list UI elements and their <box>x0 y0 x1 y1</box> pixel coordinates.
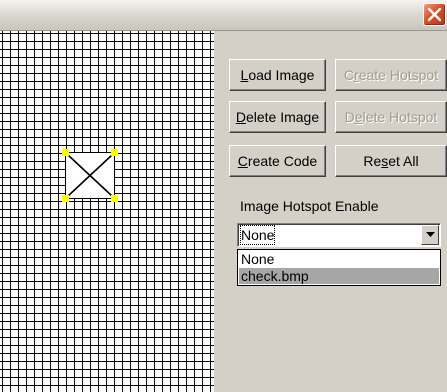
reset-all-label: et All <box>388 153 419 169</box>
image-grid-canvas[interactable] <box>0 31 214 392</box>
hotspot-enable-label: Image Hotspot Enable <box>240 198 379 214</box>
resize-handle-bottom-right[interactable] <box>111 195 118 202</box>
close-button[interactable] <box>423 3 446 26</box>
create-code-mnemonic: C <box>237 153 248 169</box>
option-check-bmp[interactable]: check.bmp <box>239 268 439 284</box>
hotspot-region[interactable] <box>62 149 118 202</box>
reset-all-label-pre: Re <box>363 153 382 169</box>
option-none-label: None <box>241 251 275 267</box>
delete-image-button[interactable]: Delete Image <box>229 101 326 133</box>
create-hotspot-button[interactable]: Create Hotspot <box>335 59 447 91</box>
create-code-label: reate Code <box>247 153 318 169</box>
create-code-button[interactable]: Create Code <box>229 145 326 177</box>
delete-image-mnemonic: D <box>235 109 246 125</box>
hotspot-options-list[interactable]: None check.bmp <box>237 249 441 286</box>
resize-handle-top-right[interactable] <box>111 149 118 156</box>
delete-hotspot-button[interactable]: Delete Hotspot <box>335 101 447 133</box>
delete-image-label: elete Image <box>245 109 320 125</box>
delete-hotspot-label-pre: D <box>344 109 355 125</box>
chevron-down-icon <box>426 232 435 237</box>
load-image-label: oad Image <box>248 67 315 83</box>
load-image-button[interactable]: Load Image <box>229 59 326 91</box>
select-current-value: None <box>240 225 276 245</box>
image-placeholder-icon <box>67 154 113 197</box>
create-hotspot-label: eate Hotspot <box>358 67 439 83</box>
title-bar[interactable] <box>0 0 447 31</box>
hotspot-image-select[interactable]: None <box>237 223 441 247</box>
option-check-bmp-label: check.bmp <box>241 268 309 284</box>
delete-hotspot-mnemonic: e <box>354 109 363 125</box>
dropdown-arrow-button[interactable] <box>421 225 439 245</box>
delete-hotspot-label: lete Hotspot <box>362 109 438 125</box>
resize-handle-top-left[interactable] <box>62 149 69 156</box>
reset-all-button[interactable]: Reset All <box>335 145 447 177</box>
app-window: Load Image Create Hotspot Delete Image D… <box>0 0 447 392</box>
create-hotspot-label-pre: C <box>343 67 355 83</box>
resize-handle-bottom-left[interactable] <box>62 195 69 202</box>
option-none[interactable]: None <box>239 251 439 267</box>
